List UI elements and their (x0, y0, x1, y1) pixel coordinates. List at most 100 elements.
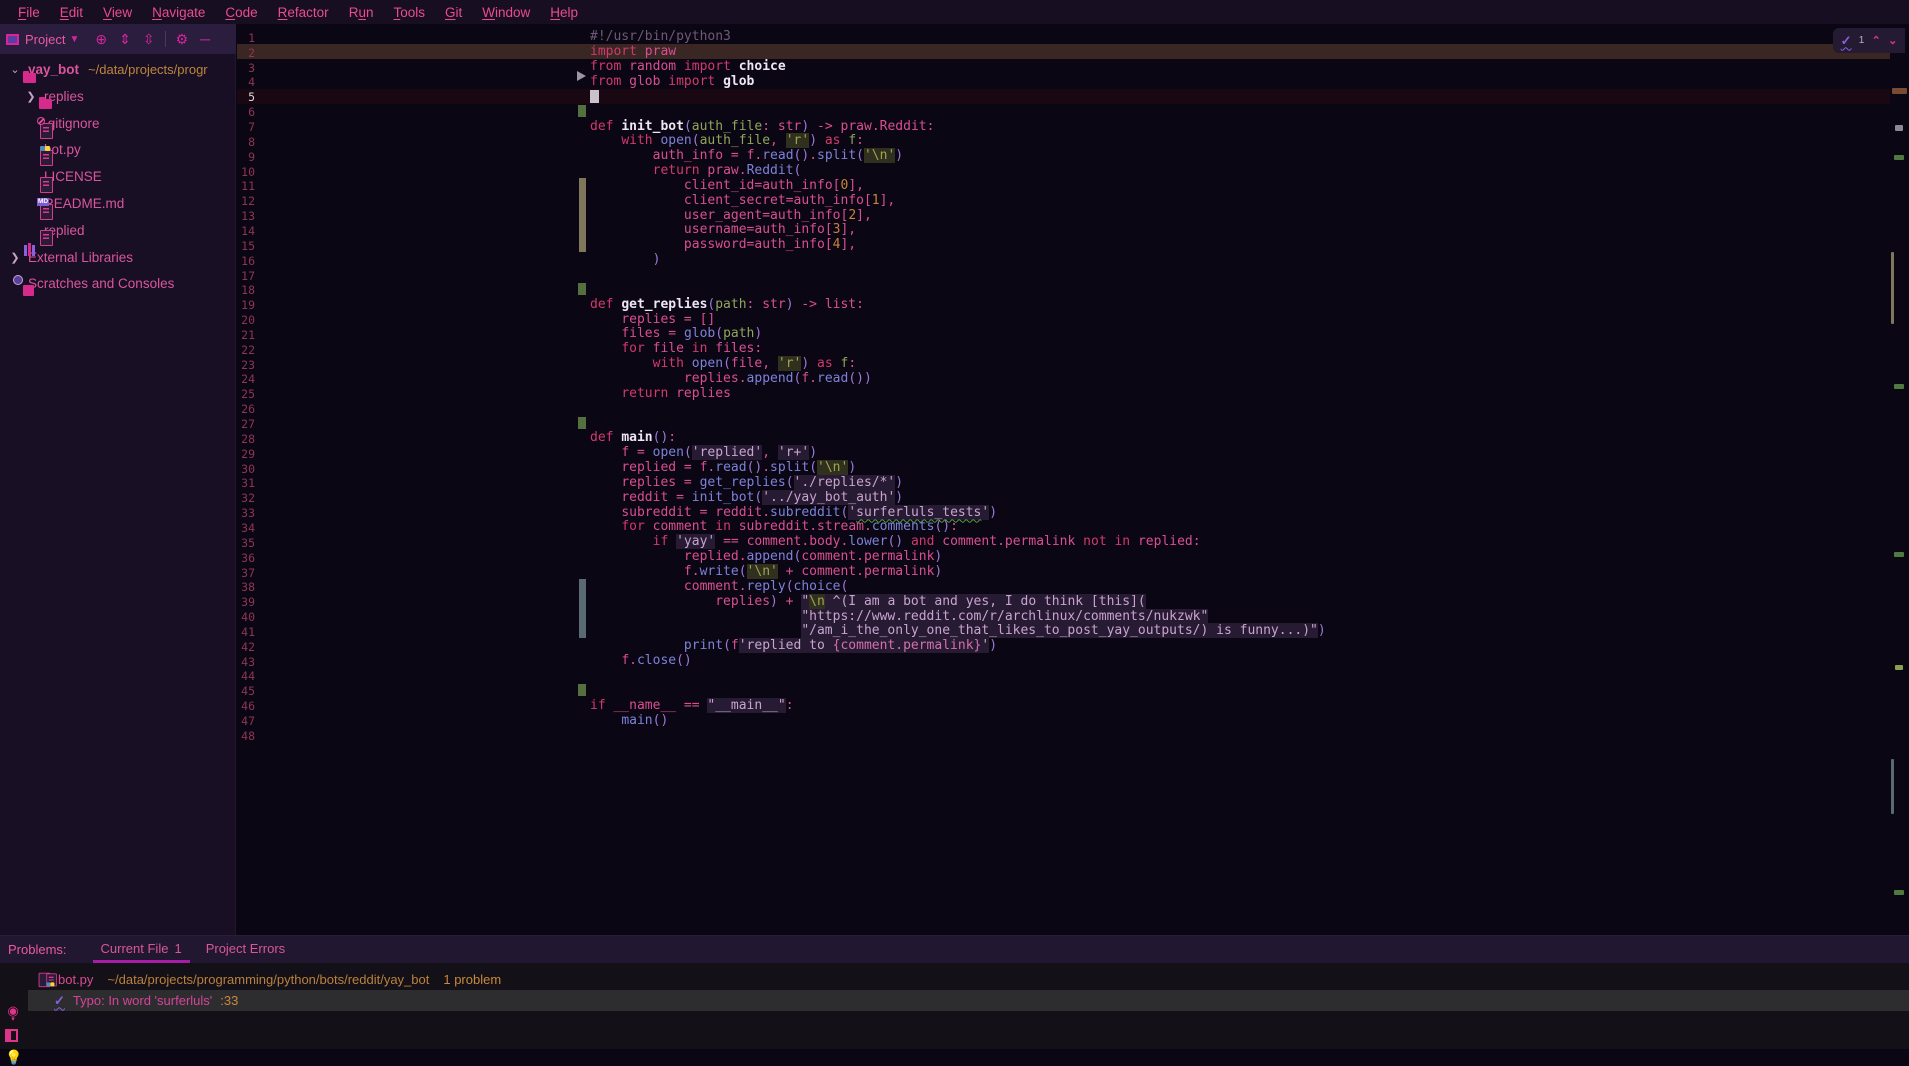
gutter-changed-lines-marker[interactable] (579, 178, 586, 252)
line-number[interactable]: 47 (237, 714, 255, 728)
line-number[interactable]: 26 (237, 402, 255, 416)
stripe-mark[interactable] (1895, 665, 1903, 670)
line-number[interactable]: 4 (237, 75, 255, 89)
line-number[interactable]: 30 (237, 462, 255, 476)
line-number[interactable]: 41 (237, 625, 255, 639)
line-number[interactable]: 35 (237, 536, 255, 550)
tree-item-external-libraries[interactable]: ❯External Libraries (0, 244, 236, 271)
previous-problem-icon[interactable]: ⌃ (1872, 34, 1881, 47)
gutter-added-lines-marker[interactable] (578, 283, 586, 295)
line-number[interactable]: 22 (237, 343, 255, 357)
line-number[interactable]: 13 (237, 209, 255, 223)
line-number[interactable]: 25 (237, 387, 255, 401)
stripe-mark[interactable] (1894, 890, 1904, 895)
problems-file-row[interactable]: bot.py ~/data/projects/programming/pytho… (28, 969, 1909, 989)
line-number[interactable]: 1 (237, 31, 255, 45)
stripe-mark[interactable] (1894, 155, 1904, 160)
line-number[interactable]: 42 (237, 640, 255, 654)
stripe-mark[interactable] (1892, 88, 1907, 94)
stripe-mark[interactable] (1891, 252, 1894, 324)
chevron-down-icon[interactable]: ⌄ (8, 63, 22, 76)
code-editor[interactable]: 1#!/usr/bin/python32import praw3from ran… (237, 24, 1890, 935)
menu-view[interactable]: View (93, 3, 142, 22)
tree-item-yay-bot[interactable]: ⌄yay_bot~/data/projects/progr (0, 56, 236, 83)
gear-icon[interactable]: ⚙ (176, 32, 189, 46)
collapse-all-icon[interactable]: ⇳ (143, 32, 155, 46)
line-number[interactable]: 38 (237, 580, 255, 594)
line-number[interactable]: 28 (237, 432, 255, 446)
line-number[interactable]: 3 (237, 61, 255, 75)
quick-fix-bulb-icon[interactable]: 💡 (5, 1049, 21, 1066)
menu-window[interactable]: Window (472, 3, 540, 22)
menu-git[interactable]: Git (435, 3, 472, 22)
line-number[interactable]: 34 (237, 521, 255, 535)
line-number[interactable]: 6 (237, 105, 255, 119)
line-number[interactable]: 31 (237, 476, 255, 490)
menu-navigate[interactable]: Navigate (142, 3, 215, 22)
gutter-added-lines-marker[interactable] (578, 684, 586, 696)
stripe-mark[interactable] (1894, 384, 1904, 389)
line-number[interactable]: 9 (237, 150, 255, 164)
line-number[interactable]: 11 (237, 179, 255, 193)
menu-code[interactable]: Code (215, 3, 267, 22)
problems-issue-row[interactable]: ✓ Typo: In word 'surferluls' :33 (28, 990, 1909, 1011)
line-number[interactable]: 36 (237, 551, 255, 565)
line-number[interactable]: 10 (237, 165, 255, 179)
tree-item-scratches-and-consoles[interactable]: Scratches and Consoles (0, 270, 236, 297)
severity-filter-icon[interactable]: ◉▾ (5, 1003, 21, 1023)
line-number[interactable]: 46 (237, 699, 255, 713)
line-number[interactable]: 43 (237, 655, 255, 669)
line-number[interactable]: 17 (237, 269, 255, 283)
line-number[interactable]: 19 (237, 298, 255, 312)
open-in-split-icon[interactable] (5, 1029, 21, 1042)
tab-project-errors[interactable]: Project Errors (194, 936, 297, 963)
tree-item--gitignore[interactable]: .gitignore (0, 110, 236, 137)
menu-help[interactable]: Help (540, 3, 588, 22)
chevron-down-icon[interactable]: ▼ (69, 34, 79, 45)
line-number[interactable]: 39 (237, 595, 255, 609)
line-number[interactable]: 15 (237, 239, 255, 253)
gutter-added-lines-marker[interactable] (578, 417, 586, 429)
line-number[interactable]: 16 (237, 254, 255, 268)
line-number[interactable]: 45 (237, 684, 255, 698)
menu-file[interactable]: File (8, 3, 50, 22)
expand-all-icon[interactable]: ⇕ (119, 32, 131, 46)
line-number[interactable]: 27 (237, 417, 255, 431)
stripe-mark[interactable] (1895, 125, 1903, 131)
gutter-changed-lines-marker[interactable] (579, 579, 586, 638)
menu-edit[interactable]: Edit (50, 3, 93, 22)
line-number[interactable]: 20 (237, 313, 255, 327)
line-number[interactable]: 29 (237, 447, 255, 461)
chevron-right-icon[interactable]: ❯ (24, 90, 38, 103)
line-number[interactable]: 14 (237, 224, 255, 238)
line-number[interactable]: 5 (237, 90, 255, 104)
line-number[interactable]: 32 (237, 491, 255, 505)
error-stripe[interactable] (1890, 24, 1909, 935)
line-number[interactable]: 18 (237, 283, 255, 297)
hide-icon[interactable]: ─ (200, 32, 210, 46)
line-number[interactable]: 44 (237, 669, 255, 683)
tree-item-replies[interactable]: ❯replies (0, 83, 236, 110)
line-number[interactable]: 12 (237, 194, 255, 208)
tree-item-readme-md[interactable]: MDREADME.md (0, 190, 236, 217)
line-number[interactable]: 7 (237, 120, 255, 134)
locate-icon[interactable]: ⊕ (95, 32, 107, 46)
stripe-mark[interactable] (1891, 759, 1894, 814)
gutter-added-lines-marker[interactable] (578, 105, 586, 117)
line-number[interactable]: 33 (237, 506, 255, 520)
chevron-right-icon[interactable]: ❯ (8, 251, 22, 264)
line-number[interactable]: 23 (237, 358, 255, 372)
tree-item-license[interactable]: LICENSE (0, 163, 236, 190)
tree-item-bot-py[interactable]: bot.py (0, 136, 236, 163)
menu-run[interactable]: Run (339, 3, 384, 22)
menu-refactor[interactable]: Refactor (268, 3, 339, 22)
stripe-mark[interactable] (1894, 552, 1904, 557)
tree-item-replied[interactable]: replied (0, 217, 236, 244)
line-number[interactable]: 48 (237, 729, 255, 743)
gutter-triangle-icon[interactable] (577, 71, 586, 81)
line-number[interactable]: 24 (237, 372, 255, 386)
line-number[interactable]: 2 (237, 46, 255, 60)
project-panel-title[interactable]: Project (25, 32, 65, 47)
line-number[interactable]: 21 (237, 328, 255, 342)
tab-current-file[interactable]: Current File1 (89, 936, 194, 963)
